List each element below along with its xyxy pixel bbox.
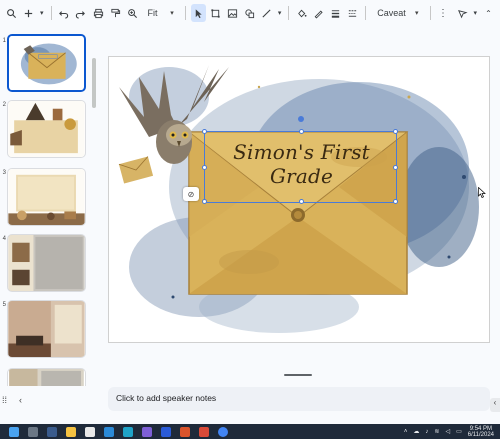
input-tools-icon[interactable]: [455, 4, 470, 22]
input-tools-caret-icon[interactable]: ▾: [472, 4, 480, 22]
undo-button[interactable]: [56, 4, 71, 22]
crop-off-icon[interactable]: ⊘: [183, 187, 199, 201]
slide-thumbnail-1[interactable]: [7, 34, 86, 92]
fill-color-icon[interactable]: [294, 4, 309, 22]
volume-icon[interactable]: ◁: [445, 428, 450, 435]
border-dash-icon[interactable]: [345, 4, 360, 22]
powerpoint-icon[interactable]: [180, 426, 190, 437]
new-slide-button[interactable]: [21, 4, 36, 22]
app-icon[interactable]: [123, 426, 133, 437]
slide-thumbnail-4[interactable]: [7, 234, 86, 292]
slide-title[interactable]: Simon's First Grade: [205, 140, 398, 188]
word-icon[interactable]: [161, 426, 171, 437]
slide-canvas[interactable]: Simon's First Grade ⊘: [108, 56, 490, 343]
resize-handle-s[interactable]: [299, 199, 304, 204]
shape-tool-icon[interactable]: [242, 4, 257, 22]
frame-tool-icon[interactable]: [208, 4, 223, 22]
zoom-button[interactable]: [125, 4, 140, 22]
app-icon[interactable]: [199, 426, 209, 437]
line-caret-icon[interactable]: ▾: [276, 4, 284, 22]
more-options-icon[interactable]: ⋮: [435, 4, 450, 22]
rotate-handle[interactable]: [298, 116, 304, 122]
toolbar-divider: [184, 6, 186, 20]
resize-handle-n[interactable]: [299, 129, 304, 134]
zoom-dropdown[interactable]: Fit ▾: [142, 4, 180, 22]
select-tool-button[interactable]: [190, 4, 206, 22]
cloud-icon[interactable]: ☁: [413, 428, 419, 435]
font-family-dropdown[interactable]: Caveat ▾: [371, 4, 424, 22]
collapse-toolbar-icon[interactable]: ⌃: [481, 4, 496, 22]
slide-thumbnail-6[interactable]: [7, 368, 86, 386]
paint-format-button[interactable]: [108, 4, 123, 22]
slide-number: 5: [2, 302, 6, 308]
slide-number: 1: [2, 38, 6, 44]
system-tray: ˄ ☁ ♪ ≋ ◁ ▭ 9:54 PM 6/11/2024: [404, 424, 500, 439]
toolbar-divider: [365, 6, 367, 20]
clock-date: 6/11/2024: [467, 431, 494, 438]
zoom-dropdown-label: Fit: [147, 8, 158, 18]
toolbar-divider: [288, 6, 290, 20]
search-icon[interactable]: [28, 426, 38, 437]
speaker-notes[interactable]: Click to add speaker notes: [108, 387, 490, 411]
redo-button[interactable]: [73, 4, 88, 22]
line-tool-icon[interactable]: [259, 4, 274, 22]
side-panel-toggle-icon[interactable]: ‹: [490, 398, 500, 412]
resize-handle-e[interactable]: [393, 165, 398, 170]
speaker-notes-placeholder: Click to add speaker notes: [116, 393, 217, 403]
toolbar-divider: [50, 6, 52, 20]
resize-handle-w[interactable]: [202, 165, 207, 170]
slide-number: 2: [2, 102, 6, 108]
task-view-icon[interactable]: [47, 426, 57, 437]
image-tool-icon[interactable]: [225, 4, 240, 22]
slide-thumbnail-3[interactable]: [7, 168, 86, 226]
zoom-search-icon[interactable]: [4, 4, 19, 22]
battery-icon[interactable]: ▭: [456, 428, 462, 435]
border-weight-icon[interactable]: [328, 4, 343, 22]
mouse-cursor-icon: [478, 187, 486, 198]
wifi-icon[interactable]: ≋: [434, 428, 439, 435]
file-explorer-icon[interactable]: [66, 426, 76, 437]
new-slide-caret-icon[interactable]: ▾: [38, 4, 46, 22]
slides-editor: ▾ Fit ▾ ▾ Caveat ▾ ⋮ ▾ ⌃ 1 2 3 4 5 Simon…: [0, 0, 500, 439]
slide-thumbnail-5[interactable]: [7, 300, 86, 358]
resize-handle-sw[interactable]: [202, 199, 207, 204]
view-controls: ⁞⁞ ‹: [2, 392, 42, 408]
resize-handle-ne[interactable]: [393, 129, 398, 134]
app-icon[interactable]: [142, 426, 152, 437]
print-button[interactable]: [91, 4, 106, 22]
microphone-icon[interactable]: ♪: [425, 429, 428, 435]
font-family-label: Caveat: [377, 8, 406, 18]
slide-number: 4: [2, 236, 6, 242]
chrome-icon[interactable]: [218, 426, 228, 437]
toolbar-divider: [429, 6, 431, 20]
resize-handle-se[interactable]: [393, 199, 398, 204]
os-taskbar: ˄ ☁ ♪ ≋ ◁ ▭ 9:54 PM 6/11/2024: [0, 424, 500, 439]
store-icon[interactable]: [85, 426, 95, 437]
edge-icon[interactable]: [104, 426, 114, 437]
start-menu-icon[interactable]: [9, 426, 19, 437]
slide-filmstrip: 1 2 3 4 5: [0, 28, 100, 386]
border-color-icon[interactable]: [311, 4, 326, 22]
notes-resize-handle[interactable]: [284, 374, 312, 376]
toolbar: ▾ Fit ▾ ▾ Caveat ▾ ⋮ ▾ ⌃: [0, 0, 500, 26]
system-clock[interactable]: 9:54 PM 6/11/2024: [468, 426, 494, 438]
filmstrip-scrollbar[interactable]: [92, 58, 96, 108]
chevron-down-icon: ▾: [415, 10, 419, 17]
chevron-down-icon: ▾: [170, 10, 174, 17]
resize-handle-nw[interactable]: [202, 129, 207, 134]
slide-number: 3: [2, 170, 6, 176]
grid-view-icon[interactable]: ⁞⁞: [2, 395, 7, 405]
chevron-up-icon[interactable]: ˄: [404, 429, 408, 435]
collapse-filmstrip-icon[interactable]: ‹: [19, 395, 22, 405]
slide-thumbnail-2[interactable]: [7, 100, 86, 158]
title-textbox[interactable]: Simon's First Grade: [202, 129, 398, 204]
